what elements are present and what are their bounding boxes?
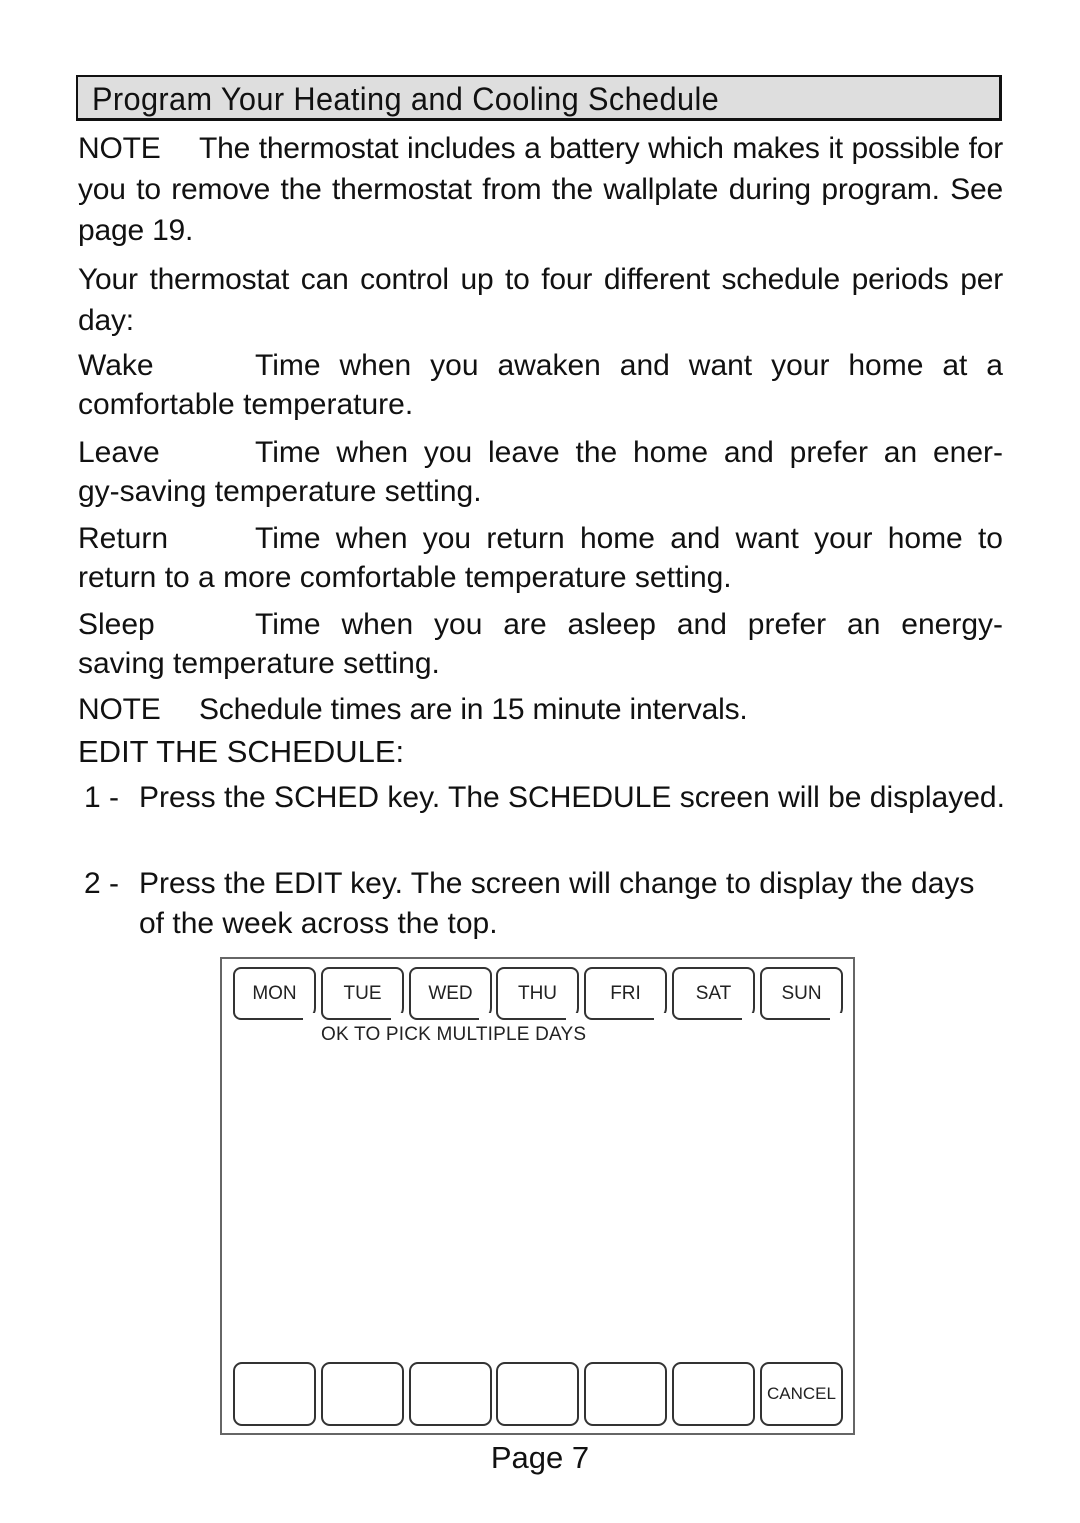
period-label: Leave [78,436,160,469]
day-button-sun[interactable]: SUN [760,967,844,1021]
period-desc-line1: Time when you are asleep and prefer an e… [255,608,1003,641]
day-button-sat[interactable]: SAT [672,967,756,1021]
section-header: Program Your Heating and Cooling Schedul… [76,75,1002,121]
soft-key-4[interactable] [496,1362,579,1426]
day-button-thu[interactable]: THU [496,967,580,1021]
period-desc-line2: return to a more comfortable temperature… [78,561,732,594]
note-label: NOTE [78,693,161,726]
step-text: Press the EDIT key. The screen will chan… [139,867,975,940]
edit-schedule-heading: EDIT THE SCHEDULE: [78,734,405,769]
period-desc-line2: gy-saving temperature setting. [78,475,482,508]
note-battery: NOTE The thermostat includes a battery wh… [78,128,1003,251]
note-label: NOTE [78,132,161,165]
period-label: Sleep [78,608,155,641]
soft-key-1[interactable] [233,1362,316,1426]
period-return: Return Time when you return home and want… [78,519,1003,597]
cancel-button[interactable]: CANCEL [760,1362,843,1426]
intro-paragraph: Your thermostat can control up to four d… [78,263,1003,337]
day-button-mon[interactable]: MON [233,967,317,1021]
page-number: Page 7 [490,1440,590,1475]
day-button-tue[interactable]: TUE [321,967,405,1021]
step-number: 1 - [84,781,120,814]
period-wake: Wake Time when you awaken and want your h… [78,346,1003,424]
soft-key-3[interactable] [409,1362,492,1426]
day-button-wed[interactable]: WED [409,967,493,1021]
thermostat-screen-illustration: MON TUE WED THU FRI SAT SUN OK TO PICK M… [220,957,855,1435]
note-intervals: NOTE Schedule times are in 15 minute inte… [78,689,1003,730]
step-number: 2 - [84,867,120,900]
multi-day-hint: OK TO PICK MULTIPLE DAYS [321,1024,587,1045]
soft-key-2[interactable] [321,1362,404,1426]
period-leave: Leave Time when you leave the home and pr… [78,433,1003,511]
day-button-fri[interactable]: FRI [584,967,668,1021]
period-desc-line1: Time when you leave the home and prefer … [255,436,1003,469]
period-label: Wake [78,349,154,382]
period-desc-line2: saving temperature setting. [78,647,440,680]
soft-key-5[interactable] [584,1362,667,1426]
period-label: Return [78,522,169,555]
period-sleep: Sleep Time when you are asleep and prefer… [78,605,1003,683]
step-text: Press the SCHED key. The SCHEDULE screen… [139,781,1005,814]
note-text: Schedule times are in 15 minute interval… [199,693,748,726]
soft-key-6[interactable] [672,1362,755,1426]
period-desc-line1: Time when you return home and want your … [255,522,1003,555]
period-desc-line1: Time when you awaken and want your home … [255,349,1003,382]
section-title: Program Your Heating and Cooling Schedul… [92,81,720,117]
note-text: The thermostat includes a battery which … [78,132,1003,247]
period-desc-line2: comfortable temperature. [78,388,414,421]
